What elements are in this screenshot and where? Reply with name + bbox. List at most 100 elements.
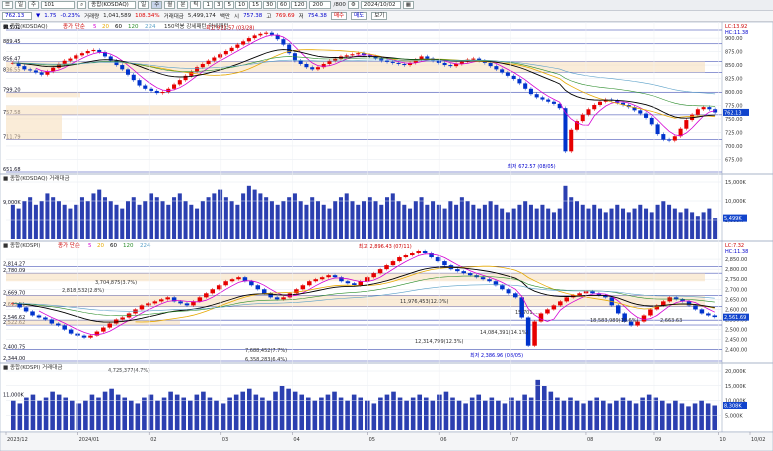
candle — [667, 297, 672, 302]
volume-bar — [397, 397, 403, 430]
candle — [425, 56, 430, 59]
name-field[interactable]: 종합(KOSDAQ) — [88, 1, 137, 9]
period-day-button[interactable]: 일 — [14, 1, 26, 9]
candle — [261, 289, 267, 294]
volume-bar — [528, 397, 534, 430]
candle — [558, 301, 563, 306]
candle — [695, 109, 700, 115]
volume-bar — [509, 397, 514, 430]
volume-bar — [371, 403, 377, 430]
candle — [564, 297, 569, 302]
y-tick-label: 2,750.00 — [725, 277, 747, 283]
candle — [551, 101, 556, 104]
candle — [422, 251, 428, 254]
candle — [39, 72, 44, 75]
x-tick-label: 09 — [655, 437, 661, 443]
y-tick-label: 775.00 — [725, 104, 743, 110]
volume-bar — [684, 208, 689, 239]
candle — [49, 319, 55, 324]
volume-left-label: 9,000K — [3, 200, 21, 206]
search-icon[interactable]: ⌕ — [77, 1, 87, 9]
volume-bar — [620, 397, 626, 430]
buy-button[interactable]: 매수 — [330, 12, 348, 20]
volume-bar — [476, 394, 482, 430]
candle — [210, 289, 215, 294]
volume-bar — [678, 212, 683, 239]
volume-bar — [367, 197, 372, 239]
volume-bar — [62, 204, 67, 239]
menu-button[interactable]: ☰ — [2, 1, 13, 9]
candle — [644, 113, 649, 118]
interval-button-5[interactable]: 5 — [224, 1, 234, 9]
candle — [223, 51, 228, 55]
volume-bar — [672, 208, 677, 239]
volume-bar — [310, 197, 315, 239]
legend-prefix: 종가 단순 — [58, 241, 80, 249]
candle — [165, 297, 170, 300]
code-input[interactable]: 101 — [41, 1, 76, 9]
period-month-button[interactable]: 월 — [164, 1, 176, 9]
period-week-button[interactable]: 주 — [151, 1, 163, 9]
candle — [56, 63, 61, 68]
candle — [184, 303, 190, 306]
volume-bar — [701, 212, 706, 239]
candle — [538, 313, 544, 322]
candle — [125, 69, 131, 75]
toolbar-top: ☰ 일 주 101 ⌕ 종합(KOSDAQ) 일 주 월 분 틱 1 3 5 10 15… — [0, 0, 773, 11]
view-button[interactable]: 보기 — [371, 12, 388, 20]
volume-bar — [253, 394, 259, 430]
candle — [307, 281, 312, 286]
volume-value: 1,041,589 — [103, 13, 132, 19]
chart-area[interactable]: ■ 종합(KOSDAQ) 종가 단순 5 20 60 120 224 150억봉 강세패턴 약… — [0, 22, 773, 451]
volume-bar — [528, 204, 533, 239]
calendar-icon[interactable]: ▦ — [402, 1, 414, 9]
volume-bar — [332, 391, 337, 430]
candle — [131, 74, 136, 81]
level-label: 2,814.27 — [3, 261, 25, 267]
candle — [255, 285, 261, 290]
interval-button-3[interactable]: 3 — [213, 1, 224, 9]
volume-bar — [379, 204, 384, 239]
volume-bar — [299, 394, 305, 430]
volume-left-label: 11,000K — [3, 393, 24, 399]
interval-button-1[interactable]: 1 — [203, 1, 213, 9]
volume-bar — [102, 197, 107, 239]
settings-icon[interactable]: ⚙ — [347, 1, 359, 9]
volume-bar — [450, 397, 455, 430]
volume-bar — [189, 204, 194, 239]
y-tick-label: 2,800.00 — [725, 267, 747, 273]
candle — [693, 305, 698, 310]
date-input[interactable]: 2024/10/02 — [360, 1, 401, 9]
volume-bar — [649, 212, 654, 239]
volume-profile-label: 15,701,... — [515, 310, 539, 316]
volume-bar — [166, 204, 171, 239]
volume-bar — [194, 394, 200, 430]
period-day-button[interactable]: 일 — [138, 1, 150, 9]
period-minute-button[interactable]: 분 — [177, 1, 189, 9]
candle — [461, 271, 467, 274]
period-tick-button[interactable]: 틱 — [190, 1, 202, 9]
volume-bar — [609, 208, 614, 239]
candle — [246, 38, 251, 42]
candle — [229, 279, 235, 282]
zone-band — [6, 92, 80, 98]
interval-button-120[interactable]: 120 — [290, 1, 308, 9]
days-input[interactable]: 200 — [309, 1, 332, 9]
x-tick-label: 08 — [587, 437, 593, 443]
volume-bar — [615, 204, 620, 239]
candle — [448, 65, 453, 67]
volume-bar — [177, 193, 182, 239]
y-tick-label: 900.00 — [725, 36, 743, 42]
interval-button-15[interactable]: 15 — [248, 1, 262, 9]
interval-button-10[interactable]: 10 — [234, 1, 248, 9]
candle — [396, 62, 401, 64]
sell-button[interactable]: 매도 — [351, 12, 368, 20]
period-week-button[interactable]: 주 — [28, 1, 40, 9]
candle — [390, 261, 396, 266]
interval-button-60[interactable]: 60 — [276, 1, 290, 9]
volume-bar — [96, 397, 101, 430]
candle — [487, 279, 492, 282]
amount-label: 거래대금 — [163, 14, 184, 20]
interval-button-30[interactable]: 30 — [262, 1, 276, 9]
candle — [212, 57, 217, 61]
